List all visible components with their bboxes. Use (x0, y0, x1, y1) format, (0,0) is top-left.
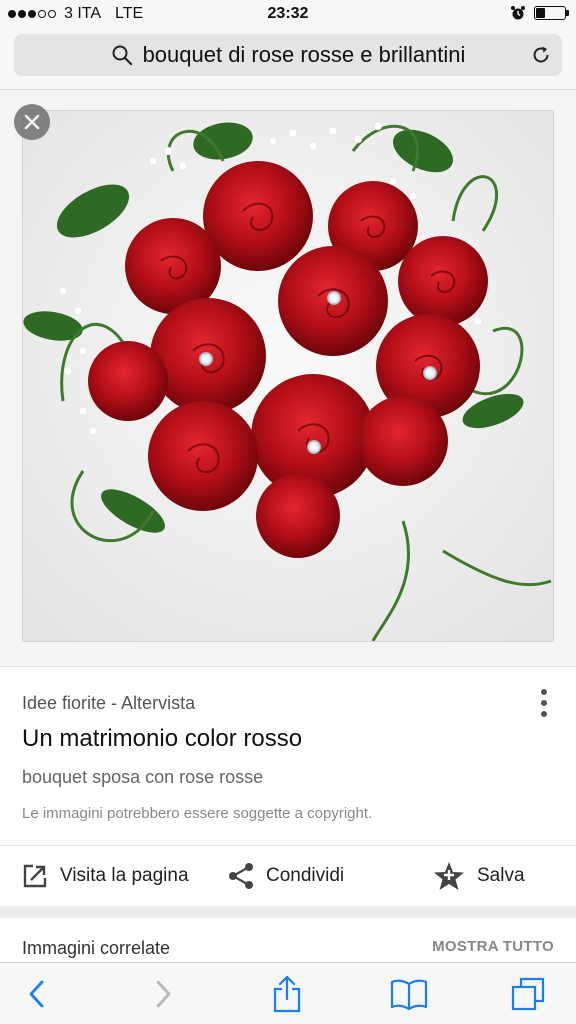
alarm-clock-icon (511, 6, 525, 20)
open-external-icon (23, 864, 47, 888)
star-save-icon (434, 862, 464, 890)
close-image-button[interactable] (14, 104, 50, 140)
related-images-title: Immagini correlate (22, 938, 171, 958)
forward-button[interactable] (144, 975, 182, 1013)
share-page-button[interactable] (268, 975, 306, 1013)
result-info-card: Idee fiorite - Altervista Un matrimonio … (0, 666, 576, 906)
address-bar: bouquet di rose rosse e brillantini (0, 30, 576, 90)
page-content: Idee fiorite - Altervista Un matrimonio … (0, 90, 576, 962)
more-dot-icon (541, 689, 547, 695)
image-viewer (0, 90, 576, 666)
result-description: bouquet sposa con rose rosse (22, 767, 264, 787)
url-search-field[interactable]: bouquet di rose rosse e brillantini (14, 34, 562, 76)
visit-page-label: Visita la pagina (60, 865, 189, 886)
reload-icon[interactable] (530, 44, 552, 66)
show-all-button[interactable]: MOSTRA TUTTO (432, 938, 554, 955)
status-time: 23:32 (267, 5, 309, 22)
save-button[interactable]: Salva (433, 845, 525, 907)
share-label: Condividi (266, 865, 345, 886)
more-options-button[interactable] (534, 687, 554, 719)
visit-page-button[interactable]: Visita la pagina (22, 845, 189, 907)
more-dot-icon (541, 700, 547, 706)
more-dot-icon (541, 711, 547, 717)
result-source[interactable]: Idee fiorite - Altervista (22, 693, 195, 714)
share-upload-icon (273, 975, 301, 1013)
tabs-button[interactable] (510, 975, 548, 1013)
bookmarks-button[interactable] (390, 975, 428, 1013)
save-label: Salva (477, 865, 525, 886)
share-button[interactable]: Condividi (228, 845, 344, 907)
share-icon (229, 863, 253, 889)
book-icon (390, 979, 428, 1010)
copyright-notice: Le immagini potrebbero essere soggette a… (22, 805, 373, 822)
back-chevron-icon (29, 980, 44, 1008)
search-icon (111, 44, 133, 66)
tabs-icon (511, 977, 545, 1011)
battery-icon (534, 6, 569, 20)
status-bar: 3 ITA LTE 23:32 (0, 0, 576, 30)
back-button[interactable] (18, 975, 56, 1013)
status-right (510, 5, 569, 21)
related-images-section: Immagini correlate MOSTRA TUTTO (0, 918, 576, 962)
result-title[interactable]: Un matrimonio color rosso (22, 725, 302, 753)
result-image[interactable] (22, 110, 554, 642)
browser-toolbar (0, 962, 576, 1024)
forward-chevron-icon (156, 980, 171, 1008)
rose-bouquet-image (23, 111, 553, 641)
search-query-text: bouquet di rose rosse e brillantini (142, 42, 466, 67)
battery-level (536, 8, 545, 18)
close-icon (24, 114, 40, 130)
